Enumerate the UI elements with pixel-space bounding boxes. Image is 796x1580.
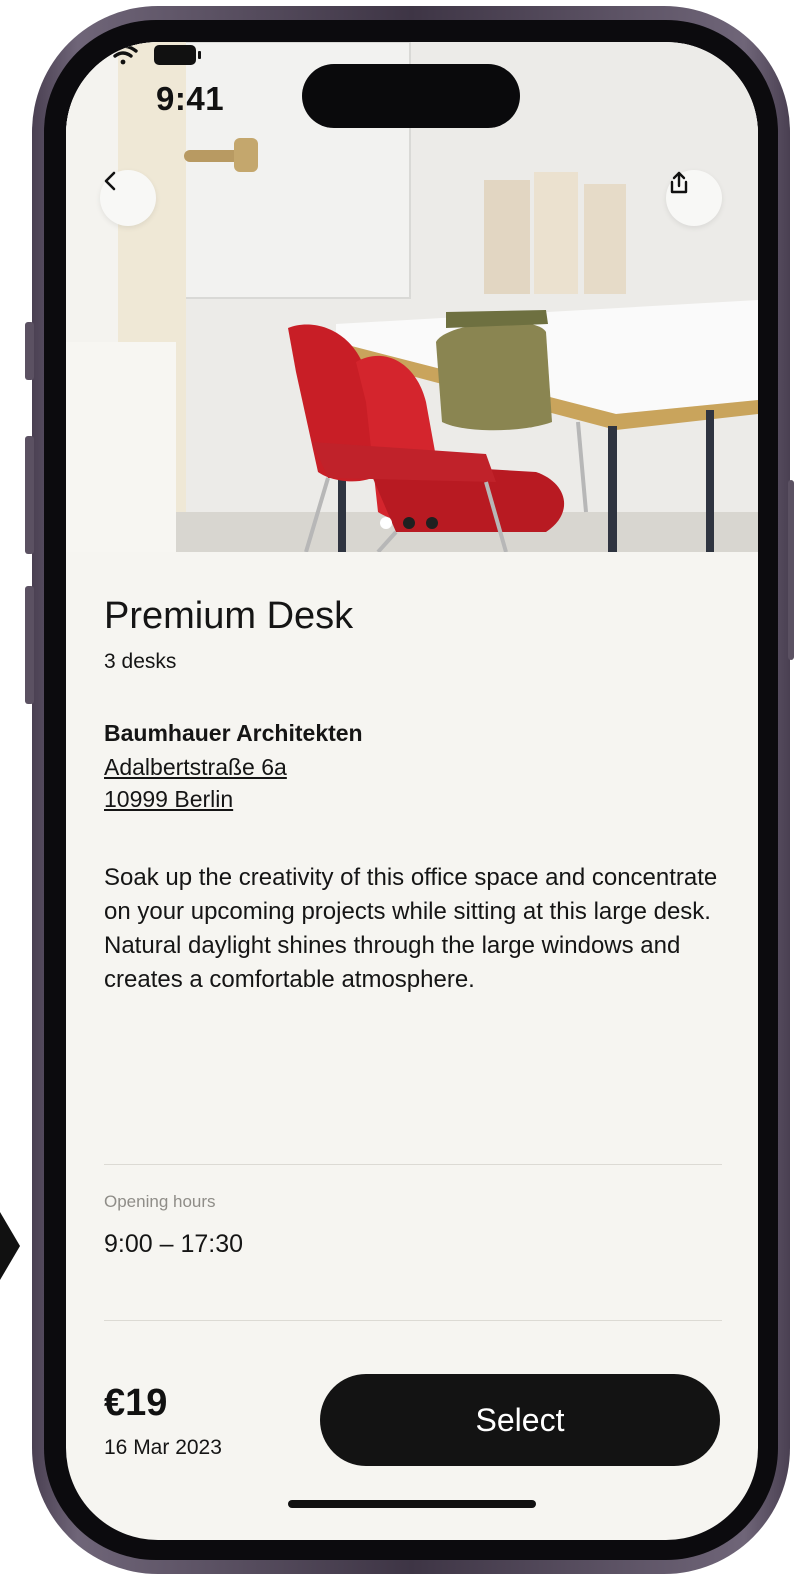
battery-icon	[154, 45, 201, 65]
wifi-icon	[108, 44, 138, 65]
volume-up-button	[25, 436, 34, 554]
carousel-dot-1[interactable]	[380, 517, 392, 529]
home-indicator[interactable]	[288, 1500, 536, 1508]
app-screen: 9:41 Premium Desk 3 desks Baumhauer Arch…	[66, 42, 758, 1540]
carousel-dot-3[interactable]	[426, 517, 438, 529]
carousel-dots	[380, 517, 438, 529]
booking-date: 16 Mar 2023	[104, 1436, 222, 1459]
share-icon	[670, 171, 688, 194]
power-button	[788, 480, 794, 660]
select-button[interactable]: Select	[320, 1374, 720, 1466]
hero-photo[interactable]: 9:41	[66, 42, 758, 552]
divider	[104, 1320, 722, 1321]
divider	[104, 1164, 722, 1165]
desk-count: 3 desks	[104, 650, 177, 673]
share-button[interactable]	[666, 170, 722, 226]
price: €19	[104, 1382, 168, 1424]
company-name: Baumhauer Architekten	[104, 720, 363, 746]
listing-description: Soak up the creativity of this office sp…	[104, 864, 718, 993]
listing-details: Premium Desk 3 desks Baumhauer Architekt…	[104, 594, 720, 997]
address-street-link[interactable]: Adalbertstraße 6a	[104, 751, 720, 783]
back-button[interactable]	[100, 170, 156, 226]
opening-hours-label: Opening hours	[104, 1192, 216, 1211]
opening-hours-value: 9:00 – 17:30	[104, 1230, 244, 1258]
dynamic-island	[302, 64, 520, 128]
pointer-arrow-icon	[0, 1212, 20, 1280]
volume-down-button	[25, 586, 34, 704]
status-bar: 9:41	[66, 42, 758, 142]
address-city-link[interactable]: 10999 Berlin	[104, 783, 720, 815]
carousel-dot-2[interactable]	[403, 517, 415, 529]
chevron-left-icon	[104, 171, 116, 191]
listing-title: Premium Desk	[104, 595, 354, 637]
status-icons	[66, 43, 201, 66]
cellular-signal-icon	[66, 43, 95, 66]
silent-switch	[25, 322, 34, 380]
status-time: 9:41	[156, 80, 225, 117]
